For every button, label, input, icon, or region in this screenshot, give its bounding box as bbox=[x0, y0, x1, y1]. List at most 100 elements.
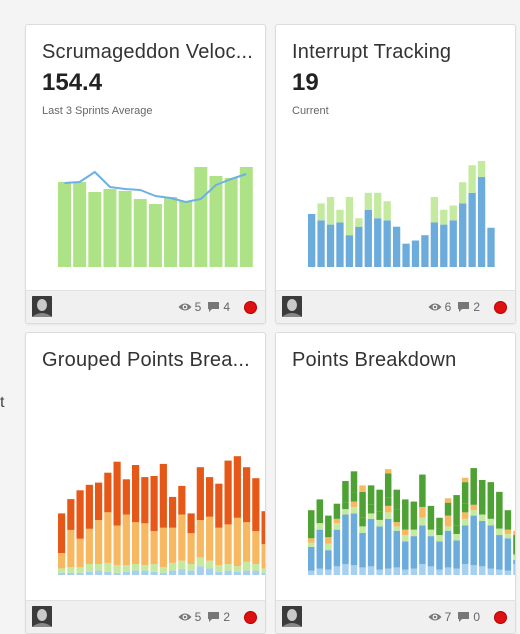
bar-segment bbox=[239, 167, 253, 267]
bar-segment bbox=[104, 571, 112, 575]
user-avatar[interactable] bbox=[32, 606, 52, 627]
bar-segment bbox=[350, 565, 358, 575]
bar-segment bbox=[470, 504, 477, 511]
bar-segment bbox=[206, 516, 214, 561]
bar-segment bbox=[308, 538, 315, 543]
bar-segment bbox=[85, 528, 93, 564]
bar-segment bbox=[261, 511, 265, 545]
bar-segment bbox=[345, 235, 354, 267]
bar-segment bbox=[444, 515, 452, 527]
bar-segment bbox=[215, 565, 223, 572]
bar-segment bbox=[252, 531, 260, 564]
bar-segment bbox=[206, 568, 214, 575]
bar-segment bbox=[113, 565, 121, 573]
bar-segment bbox=[159, 572, 167, 575]
bar-segment bbox=[336, 209, 344, 223]
bar-segment bbox=[376, 511, 383, 520]
bar-segment bbox=[479, 514, 486, 521]
bar-segment bbox=[449, 205, 457, 221]
bar-segment bbox=[421, 235, 429, 267]
bar-segment bbox=[104, 472, 112, 513]
bar-segment bbox=[103, 189, 117, 267]
bar-segment bbox=[67, 572, 75, 575]
bar-segment bbox=[461, 477, 469, 483]
bar-segment bbox=[470, 468, 477, 494]
bar-segment bbox=[150, 531, 158, 564]
points-breakdown-chart[interactable] bbox=[276, 333, 515, 597]
bar-segment bbox=[374, 218, 382, 267]
bar-segment bbox=[453, 525, 460, 534]
widget-card-velocity[interactable]: Scrumageddon Veloc... 154.4 Last 3 Sprin… bbox=[25, 24, 266, 324]
status-indicator bbox=[494, 610, 507, 624]
widget-card-points-breakdown[interactable]: Points Breakdown 7 0 bbox=[275, 332, 516, 634]
bar-segment bbox=[479, 508, 486, 515]
views-count: 5 bbox=[194, 300, 202, 314]
bar-segment bbox=[308, 570, 315, 575]
bar-segment bbox=[150, 564, 158, 572]
bar-segment bbox=[178, 514, 186, 561]
bar-segment bbox=[410, 529, 418, 537]
bar-segment bbox=[333, 529, 341, 567]
views-stat: 5 bbox=[178, 300, 202, 314]
bar-segment bbox=[76, 567, 84, 573]
bar-segment bbox=[187, 570, 195, 575]
bar-segment bbox=[496, 491, 503, 529]
bar-segment bbox=[384, 473, 392, 498]
bar-segment bbox=[326, 197, 335, 225]
bar-segment bbox=[504, 570, 512, 575]
bar-segment bbox=[67, 567, 75, 573]
interrupt-chart[interactable] bbox=[276, 25, 515, 289]
bar-segment bbox=[376, 519, 383, 527]
velocity-chart[interactable] bbox=[26, 25, 265, 289]
bar-segment bbox=[359, 567, 366, 575]
bar-segment bbox=[427, 536, 435, 567]
comment-icon bbox=[207, 301, 220, 313]
bar-segment bbox=[470, 494, 477, 505]
bar-segment bbox=[317, 220, 325, 267]
bar-segment bbox=[58, 553, 66, 569]
bar-segment bbox=[104, 562, 112, 572]
bar-segment bbox=[76, 572, 84, 575]
bar-segment bbox=[350, 506, 358, 514]
bar-segment bbox=[453, 533, 460, 541]
bar-segment bbox=[178, 560, 186, 570]
user-avatar[interactable] bbox=[32, 296, 52, 317]
bar-segment bbox=[453, 540, 460, 569]
bar-segment bbox=[325, 569, 332, 575]
bar-segment bbox=[85, 571, 93, 575]
bar-segment bbox=[359, 526, 366, 533]
bar-segment bbox=[179, 201, 193, 267]
widget-card-interrupt[interactable]: Interrupt Tracking 19 Current 6 2 bbox=[275, 24, 516, 324]
bar-segment bbox=[359, 485, 366, 492]
comments-stat: 2 bbox=[457, 300, 480, 314]
bar-segment bbox=[487, 518, 495, 526]
bar-segment bbox=[487, 568, 495, 575]
bar-segment bbox=[88, 192, 102, 267]
bar-segment bbox=[468, 165, 476, 193]
bar-segment bbox=[461, 482, 469, 504]
bar-segment bbox=[150, 571, 158, 575]
bar-segment bbox=[132, 570, 140, 575]
bar-segment bbox=[427, 529, 435, 537]
bar-segment bbox=[104, 512, 112, 563]
bar-segment bbox=[453, 568, 460, 575]
comment-icon bbox=[207, 611, 220, 623]
comments-stat: 4 bbox=[207, 300, 230, 314]
bar-segment bbox=[58, 572, 66, 575]
grouped-points-chart[interactable] bbox=[26, 333, 265, 597]
bar-segment bbox=[384, 497, 392, 506]
bar-segment bbox=[410, 568, 418, 575]
bar-segment bbox=[496, 535, 503, 570]
bar-segment bbox=[419, 517, 426, 526]
bar-segment bbox=[132, 465, 140, 523]
bar-segment bbox=[342, 502, 349, 510]
user-avatar[interactable] bbox=[282, 606, 302, 627]
bar-segment bbox=[316, 529, 324, 569]
bar-segment bbox=[67, 529, 75, 568]
widget-card-grouped-points[interactable]: Grouped Points Brea... 5 2 bbox=[25, 332, 266, 634]
user-avatar[interactable] bbox=[282, 296, 302, 317]
card-footer: 7 0 bbox=[276, 600, 515, 633]
bar-segment bbox=[336, 222, 344, 267]
bar-segment bbox=[402, 535, 409, 542]
bar-segment bbox=[402, 499, 409, 521]
